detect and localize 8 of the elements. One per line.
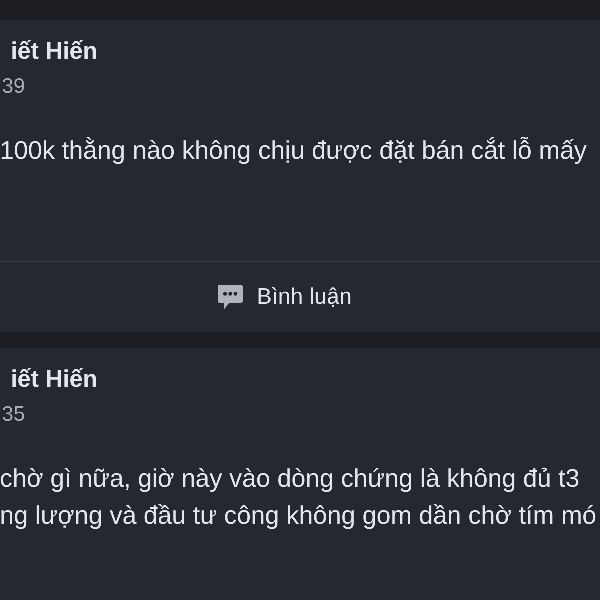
author-name[interactable]: iết Hiến [11,38,98,66]
post-time[interactable]: 35 [2,403,26,427]
post-text: chờ gì nữa, giờ này vào dòng chứng là không đủ t3 ng lượng và đầu tư công không gom dần chờ tím mó [0,464,597,532]
post-time[interactable]: 39 [2,75,26,99]
comment-button[interactable]: Bình luận [208,278,362,316]
post-text: 100k thằng nào không chịu được đặt bán cắt lỗ mấy [0,136,587,167]
speech-bubble-icon [218,284,243,310]
author-name[interactable]: iết Hiến [11,366,98,394]
